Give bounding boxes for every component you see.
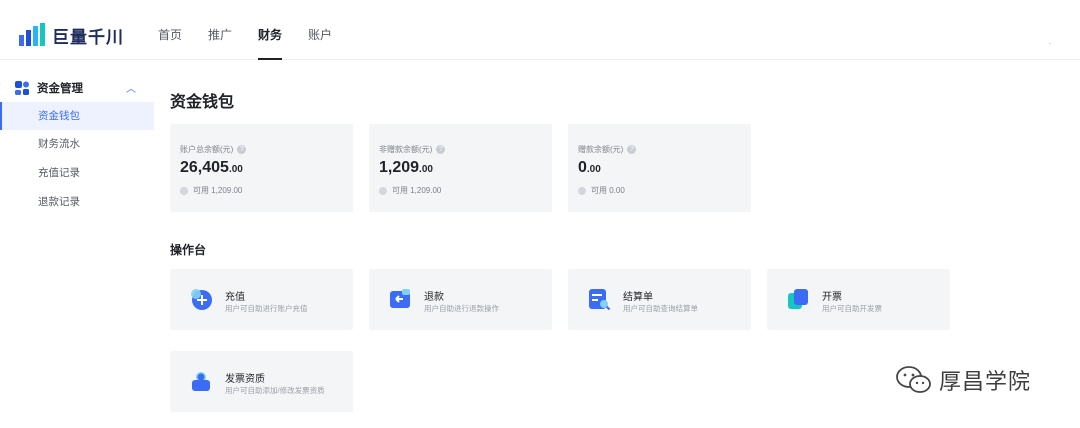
- operation-desc: 用户可自助添加/修改发票资质: [225, 386, 325, 395]
- logo-text: 巨量千川: [52, 27, 124, 47]
- balance-label-wrap: 账户总余额(元) ?: [180, 144, 247, 155]
- operation-card-statement[interactable]: 结算单 用户可自助查询结算单: [568, 269, 751, 330]
- balance-label: 非赠款余额(元): [379, 145, 433, 154]
- app-logo[interactable]: 巨量千川: [18, 22, 124, 48]
- operation-card-recharge[interactable]: 充值 用户可自助进行账户充值: [170, 269, 353, 330]
- balance-card-total: 账户总余额(元) ? 26,405.00 可用 1,209.00: [170, 124, 353, 212]
- balance-available-text: 可用 1,209.00: [392, 186, 442, 195]
- sidebar-group-label: 资金管理: [37, 83, 83, 95]
- balance-amount: 0.00: [578, 159, 601, 177]
- help-icon[interactable]: ?: [627, 145, 637, 154]
- operation-desc: 用户可自助查询结算单: [623, 304, 698, 313]
- balance-available: 可用 0.00: [578, 185, 625, 196]
- chevron-up-icon[interactable]: ︿: [126, 80, 136, 95]
- balance-amount-dec: .00: [228, 164, 243, 175]
- balance-label-wrap: 非赠款余额(元) ?: [379, 144, 446, 155]
- balance-amount: 1,209.00: [379, 159, 433, 177]
- balance-available: 可用 1,209.00: [379, 185, 441, 196]
- operation-desc: 用户自助进行退款操作: [424, 304, 499, 313]
- nav-account[interactable]: 账户: [308, 0, 332, 60]
- nav-home[interactable]: 首页: [158, 0, 182, 60]
- operation-desc: 用户可自助开发票: [822, 304, 882, 313]
- operation-title: 发票资质: [225, 374, 265, 385]
- help-icon[interactable]: ?: [237, 145, 247, 154]
- invoice-qualification-icon: [192, 372, 210, 391]
- sidebar-group-fund-management[interactable]: 资金管理 ︿: [14, 78, 140, 98]
- sidebar: 资金管理 ︿ 资金钱包 财务流水 充值记录 退款记录: [0, 60, 154, 428]
- balance-label-wrap: 赠款余额(元) ?: [578, 144, 637, 155]
- balance-label: 账户总余额(元): [180, 145, 234, 154]
- operation-title: 充值: [225, 292, 245, 303]
- balance-amount-dec: .00: [419, 164, 433, 175]
- sidebar-item-fund-wallet[interactable]: 资金钱包: [0, 102, 154, 130]
- operation-desc: 用户可自助进行账户充值: [225, 304, 308, 313]
- balance-amount-int: 26,405: [180, 159, 229, 176]
- info-dot-icon: [180, 186, 188, 195]
- info-dot-icon: [578, 186, 586, 195]
- balance-amount-int: 1,209: [379, 159, 420, 176]
- invoice-icon: [788, 289, 808, 309]
- watermark-text: 厚昌学院: [939, 369, 1032, 394]
- section-title-console: 操作台: [170, 243, 207, 257]
- balance-card-non-grant: 非赠款余额(元) ? 1,209.00 可用 1,209.00: [369, 124, 552, 212]
- logo-bars-icon: [19, 23, 45, 46]
- info-dot-icon: [379, 186, 387, 195]
- nav-promotion[interactable]: 推广: [208, 0, 232, 60]
- nav-finance[interactable]: 财务: [258, 0, 283, 60]
- balance-amount-dec: .00: [586, 164, 601, 175]
- sidebar-item-recharge-records[interactable]: 充值记录: [0, 159, 154, 187]
- balance-amount-int: 0: [578, 159, 587, 176]
- refund-icon: [390, 289, 410, 308]
- operation-card-invoice[interactable]: 开票 用户可自助开发票: [767, 269, 950, 330]
- operation-card-refund[interactable]: 退款 用户自助进行退款操作: [369, 269, 552, 330]
- operation-title: 开票: [822, 292, 842, 303]
- top-right-mark: .: [1049, 37, 1052, 46]
- balance-available-text: 可用 1,209.00: [193, 186, 243, 195]
- watermark: 厚昌学院: [895, 364, 1031, 396]
- balance-label: 赠款余额(元): [578, 145, 624, 154]
- help-icon[interactable]: ?: [436, 145, 446, 154]
- balance-available: 可用 1,209.00: [180, 185, 242, 196]
- sidebar-item-refund-records[interactable]: 退款记录: [0, 188, 154, 216]
- page-title: 资金钱包: [170, 94, 235, 111]
- fund-management-icon: [15, 81, 29, 95]
- balance-card-grant: 赠款余额(元) ? 0.00 可用 0.00: [568, 124, 751, 212]
- recharge-icon: [191, 289, 212, 310]
- operation-title: 退款: [424, 292, 444, 303]
- balance-amount: 26,405.00: [180, 159, 243, 177]
- statement-icon: [589, 289, 611, 311]
- sidebar-item-financial-flow[interactable]: 财务流水: [0, 130, 154, 158]
- operation-title: 结算单: [623, 292, 653, 303]
- main-nav: 首页 推广 财务 账户: [158, 0, 358, 60]
- wechat-icon: [896, 366, 931, 393]
- balance-available-text: 可用 0.00: [591, 186, 625, 195]
- operation-card-invoice-qualification[interactable]: 发票资质 用户可自助添加/修改发票资质: [170, 351, 353, 412]
- top-navigation-bar: 巨量千川 首页 推广 财务 账户 .: [0, 0, 1080, 60]
